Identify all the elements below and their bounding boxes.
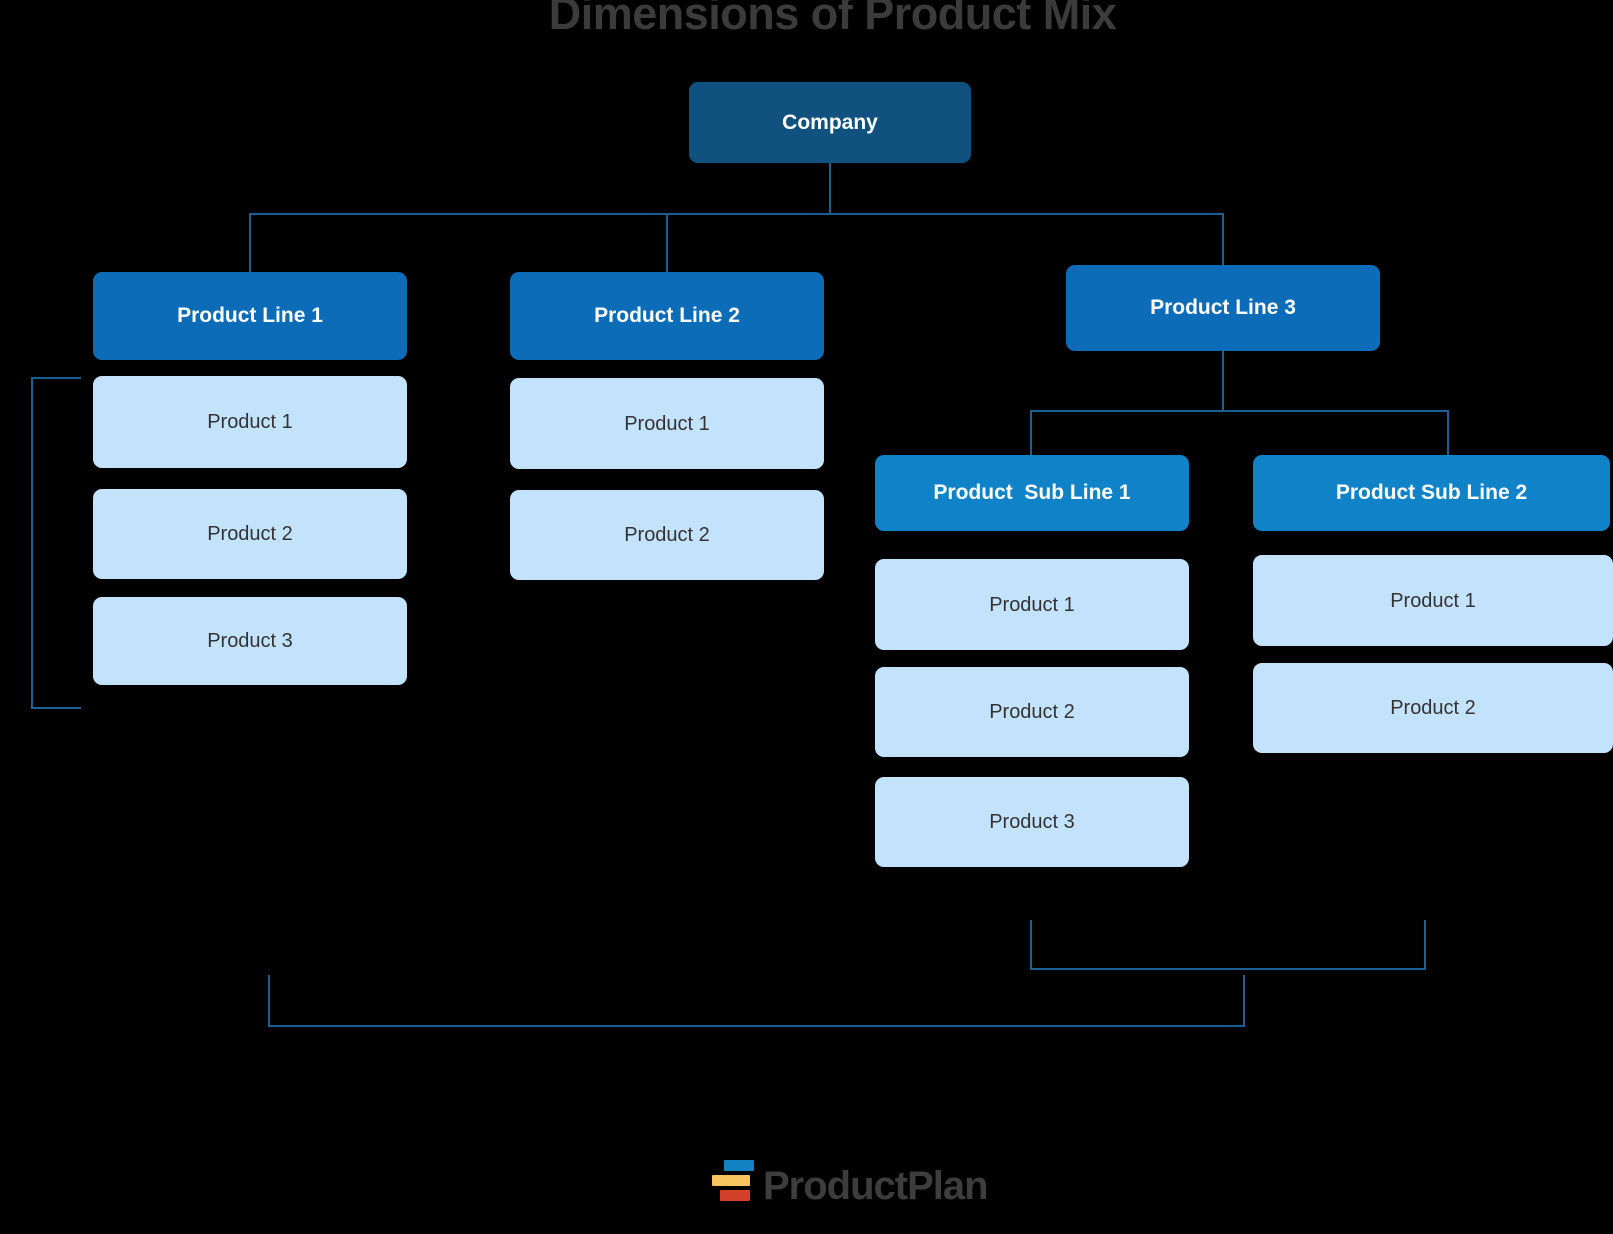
productplan-logo-mark (712, 1160, 754, 1205)
connector-drop-line3 (1222, 213, 1224, 273)
node-product-line-2[interactable]: Product Line 2 (510, 272, 824, 360)
node-line2-product-2[interactable]: Product 2 (510, 490, 824, 580)
node-subline1-product-2[interactable]: Product 2 (875, 667, 1189, 757)
bracket-sublines-right (1424, 920, 1426, 970)
node-line1-product-2[interactable]: Product 2 (93, 489, 407, 579)
bracket-sublines-bottom (1030, 968, 1426, 970)
bracket-width-right (1243, 975, 1245, 1027)
connector-line3-trunk (1222, 350, 1224, 411)
connector-drop-line1 (249, 213, 251, 273)
connector-drop-line2 (666, 213, 668, 273)
logo-bar-blue (724, 1160, 754, 1171)
productplan-logo-text: ProductPlan (763, 1164, 989, 1208)
node-line2-product-1[interactable]: Product 1 (510, 378, 824, 469)
bracket-width-left (268, 975, 270, 1027)
node-subline1-product-3[interactable]: Product 3 (875, 777, 1189, 867)
node-subline1-product-1[interactable]: Product 1 (875, 559, 1189, 650)
node-product-line-1[interactable]: Product Line 1 (93, 272, 407, 360)
productplan-logo: ProductPlan (712, 1160, 989, 1208)
connector-company-trunk (829, 162, 831, 214)
diagram-canvas: Dimensions of Product Mix Company Produc… (0, 0, 1613, 1234)
node-subline2-product-1[interactable]: Product 1 (1253, 555, 1613, 646)
bracket-sublines-left (1030, 920, 1032, 970)
node-product-sub-line-1[interactable]: Product Sub Line 1 (875, 455, 1189, 531)
node-line1-product-1[interactable]: Product 1 (93, 376, 407, 468)
node-line1-product-3[interactable]: Product 3 (93, 597, 407, 685)
connector-company-bus (249, 213, 1223, 215)
connector-sublines-bus (1030, 410, 1449, 412)
connector-drop-subline1 (1030, 410, 1032, 458)
node-company[interactable]: Company (689, 82, 971, 163)
node-product-line-3[interactable]: Product Line 3 (1066, 265, 1380, 351)
bracket-depth-top (31, 377, 81, 379)
page-title: Dimensions of Product Mix (548, 0, 1117, 39)
logo-bar-yellow (712, 1175, 750, 1186)
bracket-depth-bottom (31, 707, 81, 709)
node-product-sub-line-2[interactable]: Product Sub Line 2 (1253, 455, 1610, 531)
bracket-depth-stem (31, 377, 33, 709)
logo-bar-red (720, 1190, 750, 1201)
node-subline2-product-2[interactable]: Product 2 (1253, 663, 1613, 753)
connector-drop-subline2 (1447, 410, 1449, 458)
bracket-width-bottom (268, 1025, 1245, 1027)
